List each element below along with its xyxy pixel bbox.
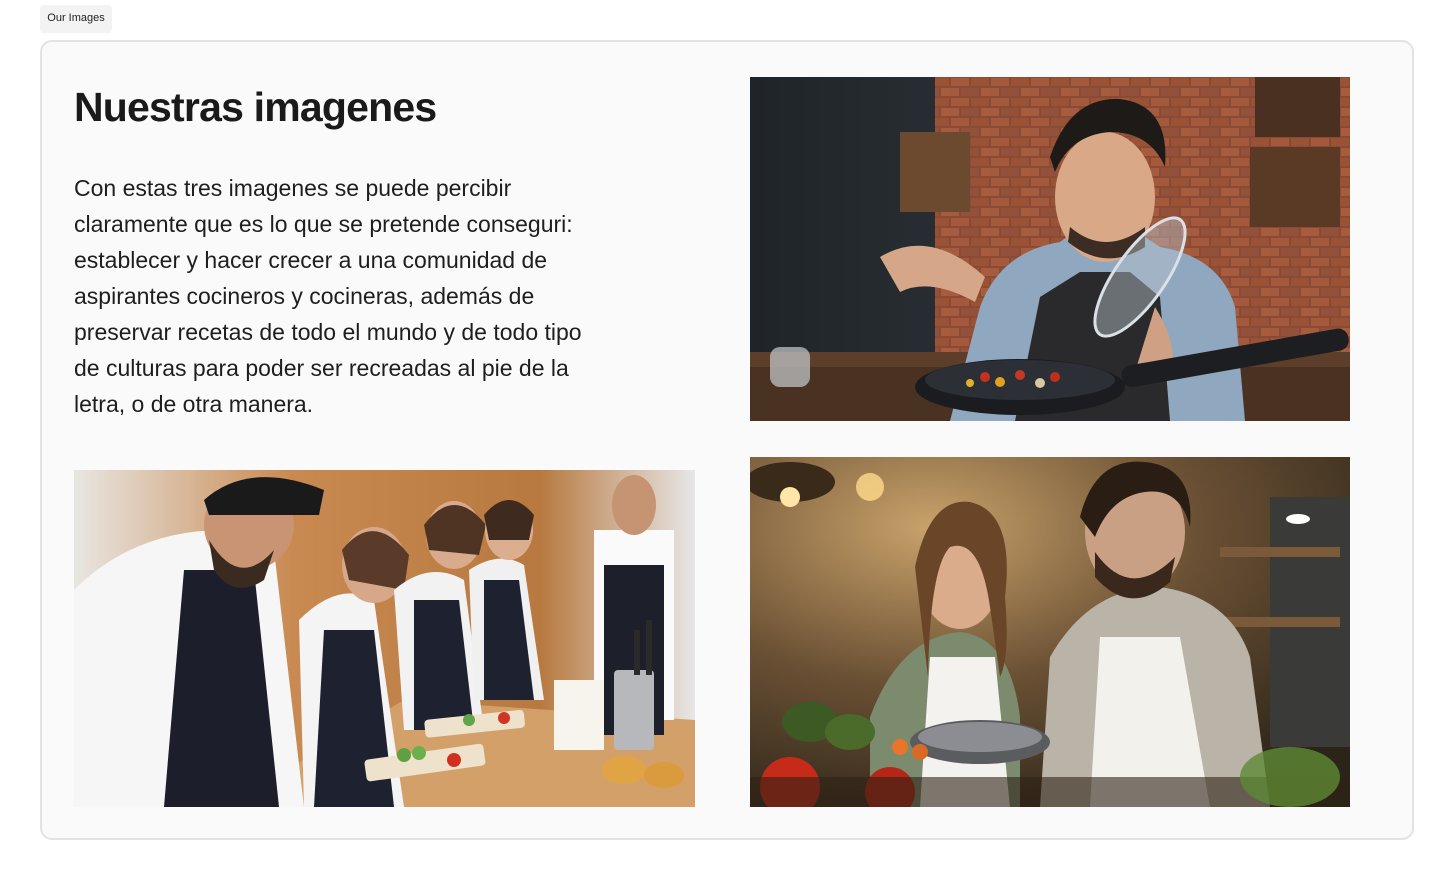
section-description: Con estas tres imagenes se puede percibi… bbox=[74, 175, 582, 417]
chef-seasoning-photo bbox=[750, 77, 1350, 421]
images-section-card: Nuestras imagenes Con estas tres imagene… bbox=[40, 40, 1414, 840]
section-title: Nuestras imagenes bbox=[74, 84, 437, 130]
tab-our-images[interactable]: Our Images bbox=[40, 5, 112, 33]
cooking-class-photo bbox=[74, 470, 695, 807]
couple-cooking-photo bbox=[750, 457, 1350, 807]
